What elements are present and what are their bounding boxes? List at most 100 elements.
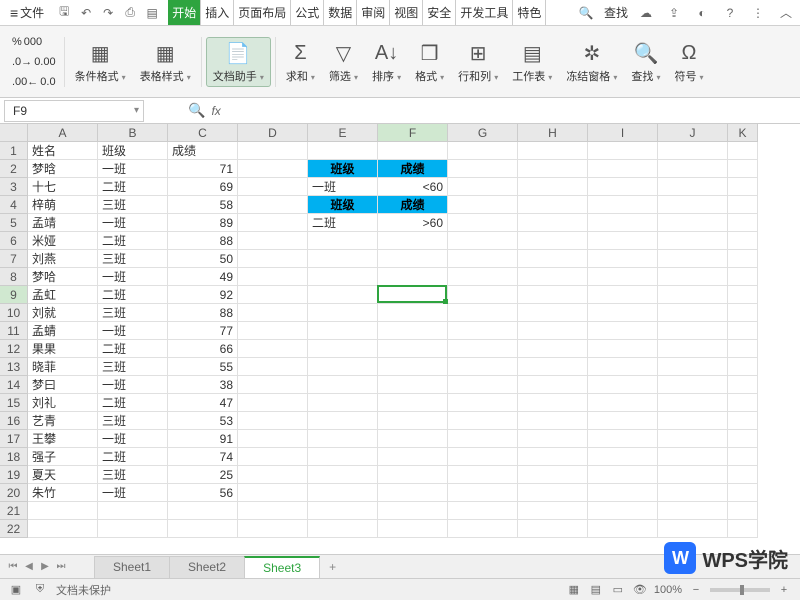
cell-A12[interactable]: 果果 <box>28 340 98 358</box>
cell-B14[interactable]: 一班 <box>98 376 168 394</box>
cell-I6[interactable] <box>588 232 658 250</box>
cell-D21[interactable] <box>238 502 308 520</box>
cell-B1[interactable]: 班级 <box>98 142 168 160</box>
cell-G9[interactable] <box>448 286 518 304</box>
col-header-A[interactable]: A <box>28 124 98 142</box>
cell-I16[interactable] <box>588 412 658 430</box>
cell-K20[interactable] <box>728 484 758 502</box>
row-header-4[interactable]: 4 <box>0 196 28 214</box>
cell-G20[interactable] <box>448 484 518 502</box>
cell-A4[interactable]: 梓萌 <box>28 196 98 214</box>
cell-A6[interactable]: 米娅 <box>28 232 98 250</box>
cell-K15[interactable] <box>728 394 758 412</box>
zoom-level[interactable]: 100% <box>654 584 682 596</box>
cell-E12[interactable] <box>308 340 378 358</box>
cell-E10[interactable] <box>308 304 378 322</box>
cell-C15[interactable]: 47 <box>168 394 238 412</box>
cell-G7[interactable] <box>448 250 518 268</box>
cell-G22[interactable] <box>448 520 518 538</box>
cell-C10[interactable]: 88 <box>168 304 238 322</box>
cell-J21[interactable] <box>658 502 728 520</box>
cell-F16[interactable] <box>378 412 448 430</box>
cell-A20[interactable]: 朱竹 <box>28 484 98 502</box>
cell-E6[interactable] <box>308 232 378 250</box>
cell-E1[interactable] <box>308 142 378 160</box>
cell-J13[interactable] <box>658 358 728 376</box>
col-header-B[interactable]: B <box>98 124 168 142</box>
cell-J12[interactable] <box>658 340 728 358</box>
cell-A7[interactable]: 刘燕 <box>28 250 98 268</box>
cell-B2[interactable]: 一班 <box>98 160 168 178</box>
cell-B22[interactable] <box>98 520 168 538</box>
cell-K16[interactable] <box>728 412 758 430</box>
view-page-icon[interactable]: ▤ <box>588 582 604 598</box>
cell-A10[interactable]: 刘就 <box>28 304 98 322</box>
cell-J5[interactable] <box>658 214 728 232</box>
cell-C17[interactable]: 91 <box>168 430 238 448</box>
cell-E14[interactable] <box>308 376 378 394</box>
col-header-D[interactable]: D <box>238 124 308 142</box>
cell-C9[interactable]: 92 <box>168 286 238 304</box>
cell-C22[interactable] <box>168 520 238 538</box>
cell-A3[interactable]: 十七 <box>28 178 98 196</box>
cell-K18[interactable] <box>728 448 758 466</box>
cell-K3[interactable] <box>728 178 758 196</box>
cell-K6[interactable] <box>728 232 758 250</box>
cell-I13[interactable] <box>588 358 658 376</box>
cell-D13[interactable] <box>238 358 308 376</box>
row-header-5[interactable]: 5 <box>0 214 28 232</box>
zoom-in-icon[interactable]: + <box>776 582 792 598</box>
cell-J19[interactable] <box>658 466 728 484</box>
menu-tab-6[interactable]: 视图 <box>390 0 423 25</box>
cell-D9[interactable] <box>238 286 308 304</box>
ribbon-条件格式[interactable]: ▦条件格式 ▾ <box>69 38 132 86</box>
cell-E5[interactable]: 二班 <box>308 214 378 232</box>
cell-I1[interactable] <box>588 142 658 160</box>
cell-C21[interactable] <box>168 502 238 520</box>
cell-H22[interactable] <box>518 520 588 538</box>
cell-K5[interactable] <box>728 214 758 232</box>
col-header-E[interactable]: E <box>308 124 378 142</box>
cell-K21[interactable] <box>728 502 758 520</box>
cell-J15[interactable] <box>658 394 728 412</box>
ribbon-查找[interactable]: 🔍查找 ▾ <box>625 38 666 86</box>
cell-I14[interactable] <box>588 376 658 394</box>
formula-input[interactable] <box>221 100 800 122</box>
cell-C1[interactable]: 成绩 <box>168 142 238 160</box>
cell-I21[interactable] <box>588 502 658 520</box>
cell-H8[interactable] <box>518 268 588 286</box>
next-sheet-icon[interactable]: ▶ <box>38 560 52 574</box>
cell-C12[interactable]: 66 <box>168 340 238 358</box>
cell-G17[interactable] <box>448 430 518 448</box>
cell-J17[interactable] <box>658 430 728 448</box>
skin-icon[interactable]: ◐ <box>692 3 712 23</box>
cell-E16[interactable] <box>308 412 378 430</box>
cell-F1[interactable] <box>378 142 448 160</box>
cell-G4[interactable] <box>448 196 518 214</box>
cell-C8[interactable]: 49 <box>168 268 238 286</box>
cell-G19[interactable] <box>448 466 518 484</box>
cell-C19[interactable]: 25 <box>168 466 238 484</box>
cell-I5[interactable] <box>588 214 658 232</box>
prev-sheet-icon[interactable]: ◀ <box>22 560 36 574</box>
row-header-21[interactable]: 21 <box>0 502 28 520</box>
cell-H1[interactable] <box>518 142 588 160</box>
cell-G15[interactable] <box>448 394 518 412</box>
cell-F4[interactable]: 成绩 <box>378 196 448 214</box>
cell-J6[interactable] <box>658 232 728 250</box>
cell-K12[interactable] <box>728 340 758 358</box>
cell-D10[interactable] <box>238 304 308 322</box>
cell-D12[interactable] <box>238 340 308 358</box>
cell-E7[interactable] <box>308 250 378 268</box>
zoom-formula-icon[interactable]: 🔍 <box>188 102 205 119</box>
cell-F10[interactable] <box>378 304 448 322</box>
cell-E18[interactable] <box>308 448 378 466</box>
preview-icon[interactable]: ▤ <box>142 3 162 23</box>
cell-H15[interactable] <box>518 394 588 412</box>
cell-F19[interactable] <box>378 466 448 484</box>
search-label[interactable]: 查找 <box>604 4 628 21</box>
cell-D5[interactable] <box>238 214 308 232</box>
cell-J22[interactable] <box>658 520 728 538</box>
cell-K10[interactable] <box>728 304 758 322</box>
ribbon-符号[interactable]: Ω符号 ▾ <box>668 38 709 86</box>
